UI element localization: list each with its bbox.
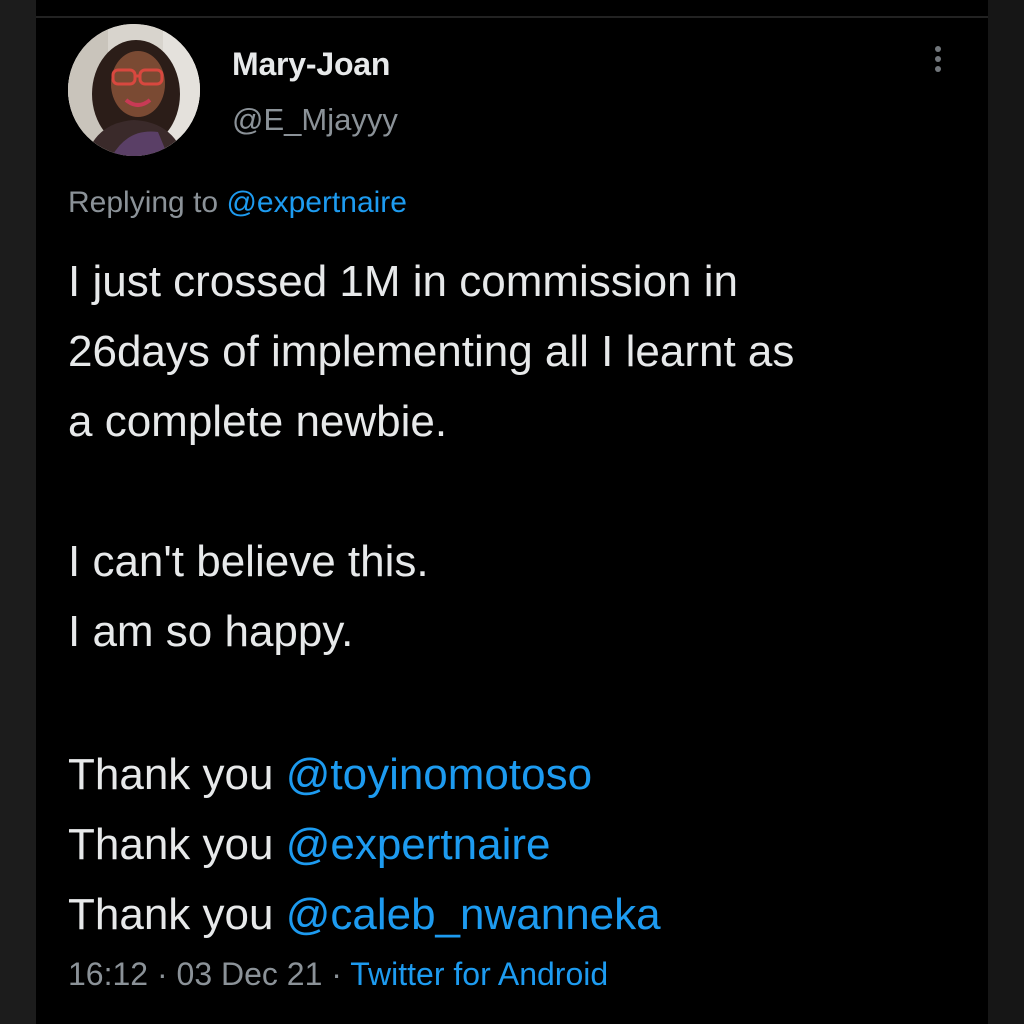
- thank-you-line: Thank you @toyinomotoso: [68, 740, 968, 810]
- mention-link[interactable]: @caleb_nwanneka: [286, 890, 661, 939]
- thank-you-line: Thank you @caleb_nwanneka: [68, 880, 968, 950]
- more-options-button[interactable]: [926, 42, 950, 82]
- avatar[interactable]: [68, 24, 200, 156]
- thank-you-text: Thank you: [68, 890, 274, 939]
- mention-link[interactable]: @toyinomotoso: [286, 750, 592, 799]
- tweet-text-line: 26days of implementing all I learnt as: [68, 327, 795, 376]
- tweet-source-link[interactable]: Twitter for Android: [350, 956, 608, 992]
- tweet-card: Mary-Joan @E_Mjayyy Replying to @expertn…: [36, 18, 988, 1024]
- replying-to-label: Replying to: [68, 186, 219, 219]
- tweet-text-line: I just crossed 1M in commission in: [68, 257, 738, 306]
- replying-to-mention-link[interactable]: @expertnaire: [226, 186, 407, 219]
- tweet-text-line: I am so happy.: [68, 607, 354, 656]
- tweet-date[interactable]: 03 Dec 21: [177, 956, 323, 992]
- thank-you-text: Thank you: [68, 820, 274, 869]
- replying-to-line: Replying to @expertnaire: [68, 186, 407, 220]
- thank-you-line: Thank you @expertnaire: [68, 810, 968, 880]
- tweet-time[interactable]: 16:12: [68, 956, 148, 992]
- vertical-ellipsis-icon: [926, 46, 950, 72]
- author-display-name[interactable]: Mary-Joan: [232, 46, 390, 83]
- left-margin: [0, 0, 36, 1024]
- right-margin: [988, 0, 1024, 1024]
- tweet-text-line: a complete newbie.: [68, 397, 448, 446]
- tweet-text-line: I can't believe this.: [68, 537, 429, 586]
- mention-link[interactable]: @expertnaire: [286, 820, 551, 869]
- screenshot-frame: Mary-Joan @E_Mjayyy Replying to @expertn…: [0, 0, 1024, 1024]
- thank-you-text: Thank you: [68, 750, 274, 799]
- tweet-metadata: 16:12 · 03 Dec 21 · Twitter for Android: [68, 956, 608, 993]
- avatar-photo: [68, 24, 200, 156]
- meta-separator: ·: [331, 956, 342, 992]
- author-handle[interactable]: @E_Mjayyy: [232, 102, 398, 138]
- meta-separator: ·: [156, 956, 168, 992]
